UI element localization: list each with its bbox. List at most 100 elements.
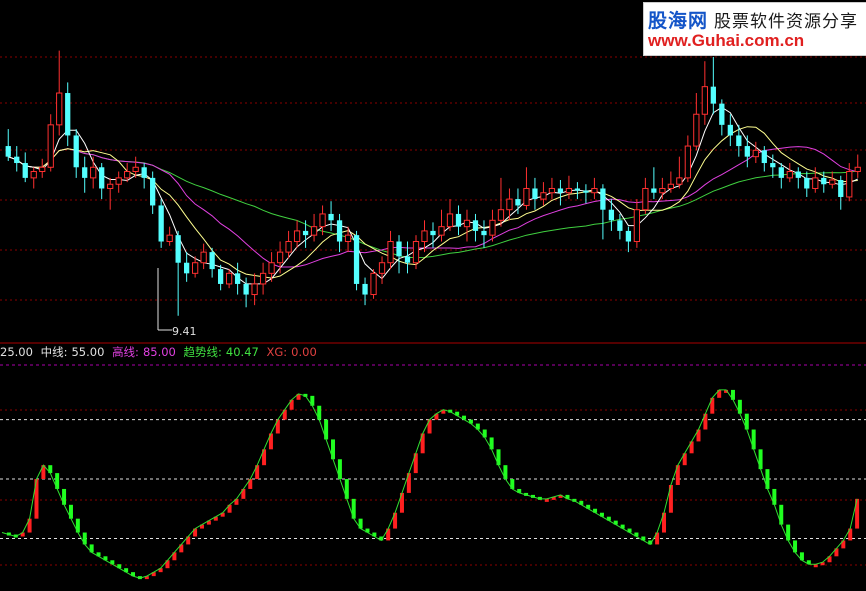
candle-body [285,241,292,253]
candle-body [829,179,836,185]
candle-body [667,183,674,189]
candle-body [251,283,258,296]
legend-mid-value: 55.00 [71,345,105,359]
candle-body [583,190,589,193]
candle-body [693,113,700,147]
candle-body [633,209,641,243]
candle-body [217,269,224,284]
candle-body [676,177,683,185]
candle-body [184,262,190,274]
candle-body [463,219,471,228]
candle-body [455,213,462,227]
candle-body [319,213,326,228]
candle-body [200,251,207,264]
legend-high-label: 高线: [112,345,139,359]
candle-body [617,220,623,231]
candle-body [497,209,505,221]
candle-body [438,226,445,236]
candle-body [22,163,28,178]
candle-body [336,220,343,242]
candle-body [446,213,454,228]
candle-body [710,86,716,104]
candle-body [481,230,487,236]
candle-body [99,167,105,189]
candle-body [846,171,853,198]
stock-chart [0,50,866,580]
candle-body [812,177,819,189]
candle-body [56,92,63,126]
candle-body [540,192,547,200]
candle-body [73,135,79,168]
candle-body [565,187,573,194]
candle-body [770,163,776,168]
candle-body [659,187,666,194]
candle-body [302,230,309,236]
candlestick-series [5,50,861,316]
candle-body [124,171,131,179]
legend-xg-value: 0.00 [291,345,317,359]
candle-body [276,251,284,264]
candle-body [821,177,827,185]
candle-body [150,177,156,206]
candle-body [719,103,725,125]
candle-body [506,198,513,211]
candle-body [532,188,538,200]
candle-body [378,262,386,274]
candle-body [192,262,199,274]
candle-body [209,252,215,270]
candle-body [430,230,436,236]
candle-body [591,187,598,194]
candle-body [421,230,428,243]
legend-high-value: 85.00 [142,345,176,359]
candle-body [574,188,581,191]
candle-body [293,230,301,243]
candle-body [166,234,173,243]
candle-body [14,156,20,164]
candle-body [412,241,420,264]
candle-body [115,177,122,185]
watermark-logo: 股海网 股票软件资源分享 www.Guhai.com.cn [643,2,866,56]
candle-body [243,283,249,295]
candle-body [30,171,37,179]
legend-trend-value: 40.47 [225,345,259,359]
legend-xg-label: XG: [266,345,288,359]
candle-body [353,235,360,284]
candle-body [225,272,233,285]
osc-line [1,389,858,579]
candle-body [90,166,97,179]
candle-body [234,273,241,284]
candle-body [47,124,54,168]
candle-body [344,234,352,243]
candle-body [651,188,657,193]
candle-body [761,150,767,164]
candle-body [107,183,114,189]
candle-body [489,219,496,236]
candle-body [608,209,615,221]
candle-body [515,199,521,206]
candle-body [600,188,606,210]
indicator-legend: 25.00 中线: 55.00 高线: 85.00 趋势线: 40.47 XG: 0.0… [0,344,321,360]
candle-body [141,167,147,178]
candle-body [786,171,793,179]
candle-body [362,283,368,295]
low-price-label: 9.41 [172,325,197,338]
candle-body [523,187,530,206]
candle-body [642,187,649,211]
candle-body [387,241,394,264]
candle-body [39,166,46,173]
candle-body [838,180,844,197]
candle-body [396,241,402,257]
candle-body [548,187,556,194]
candle-body [82,167,88,178]
candle-body [268,262,275,274]
legend-trend-label: 趋势线: [183,345,222,359]
candle-body [370,272,377,296]
candle-body [744,146,750,157]
candle-body [684,145,691,179]
candle-body [854,166,861,173]
oscillator-panel [0,389,866,580]
candle-body [736,135,742,147]
candle-body [701,86,708,115]
candle-body [310,226,318,236]
candle-body [557,188,564,193]
